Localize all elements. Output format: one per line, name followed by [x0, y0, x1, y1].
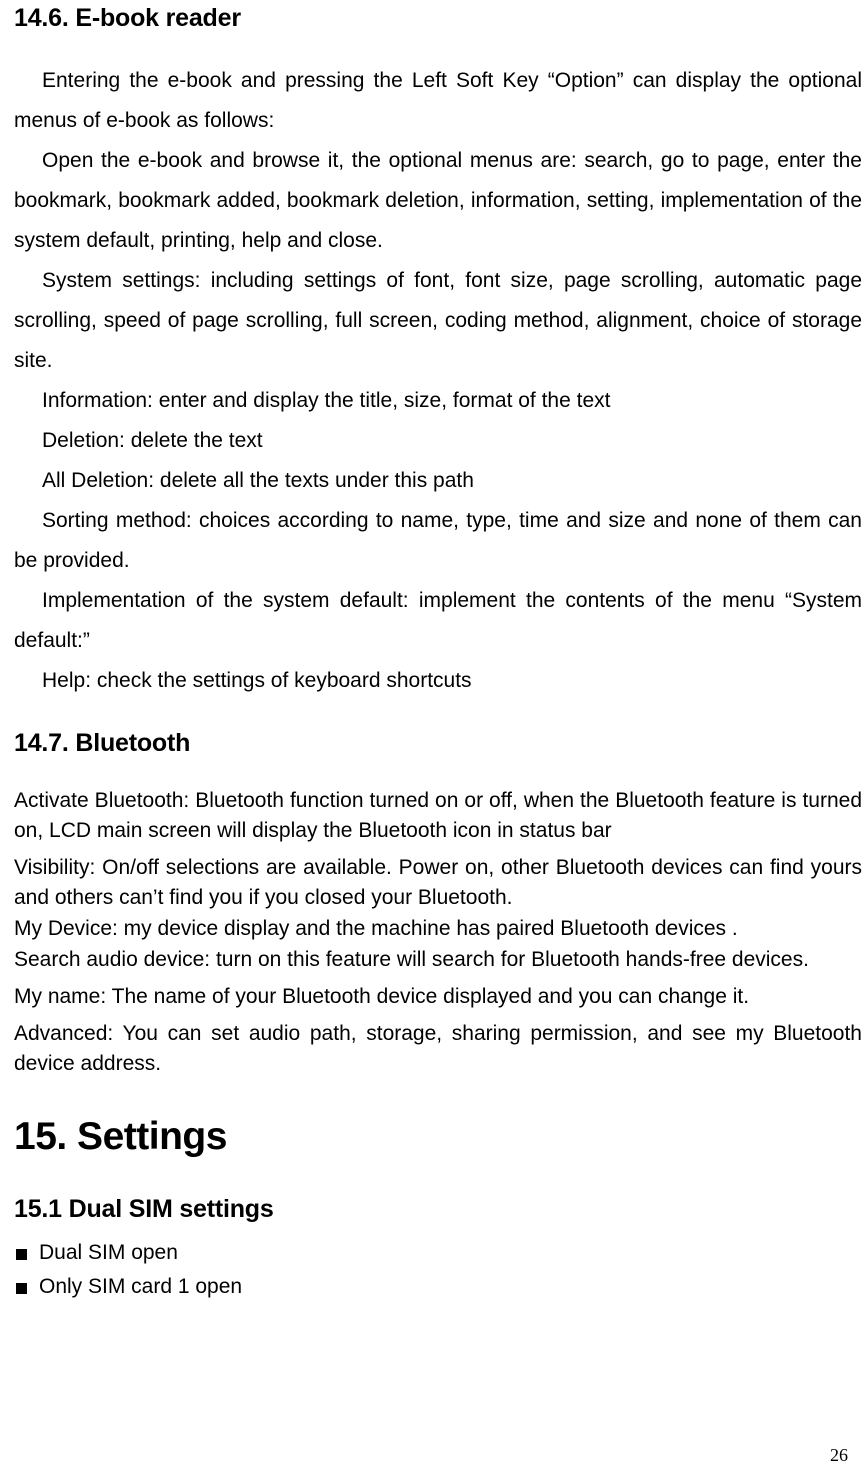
square-bullet-icon — [16, 1283, 27, 1294]
ebook-p4: Information: enter and display the title… — [14, 381, 862, 421]
ebook-body: Entering the e-book and pressing the Lef… — [14, 61, 862, 701]
bluetooth-body: Activate Bluetooth: Bluetooth function t… — [14, 786, 862, 1079]
document-page: 14.6. E-book reader Entering the e-book … — [0, 4, 866, 1478]
list-item: Dual SIM open — [16, 1236, 862, 1270]
square-bullet-icon — [16, 1249, 27, 1260]
page-number: 26 — [830, 1445, 848, 1466]
list-item: Only SIM card 1 open — [16, 1270, 862, 1304]
ebook-p3: System settings: including settings of f… — [14, 261, 862, 381]
ebook-p6: All Deletion: delete all the texts under… — [14, 461, 862, 501]
bluetooth-p6: Advanced: You can set audio path, storag… — [14, 1019, 862, 1079]
bluetooth-p4: Search audio device: turn on this featur… — [14, 945, 862, 975]
ebook-p8: Implementation of the system default: im… — [14, 581, 862, 661]
bluetooth-p3: My Device: my device display and the mac… — [14, 914, 862, 944]
heading-bluetooth: 14.7. Bluetooth — [14, 729, 862, 758]
list-item-label: Dual SIM open — [39, 1236, 178, 1270]
ebook-p1: Entering the e-book and pressing the Lef… — [14, 61, 862, 141]
heading-ebook-reader: 14.6. E-book reader — [14, 4, 862, 33]
bluetooth-p1: Activate Bluetooth: Bluetooth function t… — [14, 786, 862, 846]
bluetooth-p5: My name: The name of your Bluetooth devi… — [14, 982, 862, 1012]
list-item-label: Only SIM card 1 open — [39, 1270, 242, 1304]
bluetooth-p2: Visibility: On/off selections are availa… — [14, 853, 862, 913]
dual-sim-list: Dual SIM open Only SIM card 1 open — [16, 1236, 862, 1304]
ebook-p7: Sorting method: choices according to nam… — [14, 501, 862, 581]
heading-dual-sim-settings: 15.1 Dual SIM settings — [14, 1195, 862, 1224]
ebook-p5: Deletion: delete the text — [14, 421, 862, 461]
ebook-p2: Open the e-book and browse it, the optio… — [14, 141, 862, 261]
heading-settings: 15. Settings — [14, 1115, 862, 1159]
ebook-p9: Help: check the settings of keyboard sho… — [14, 661, 862, 701]
